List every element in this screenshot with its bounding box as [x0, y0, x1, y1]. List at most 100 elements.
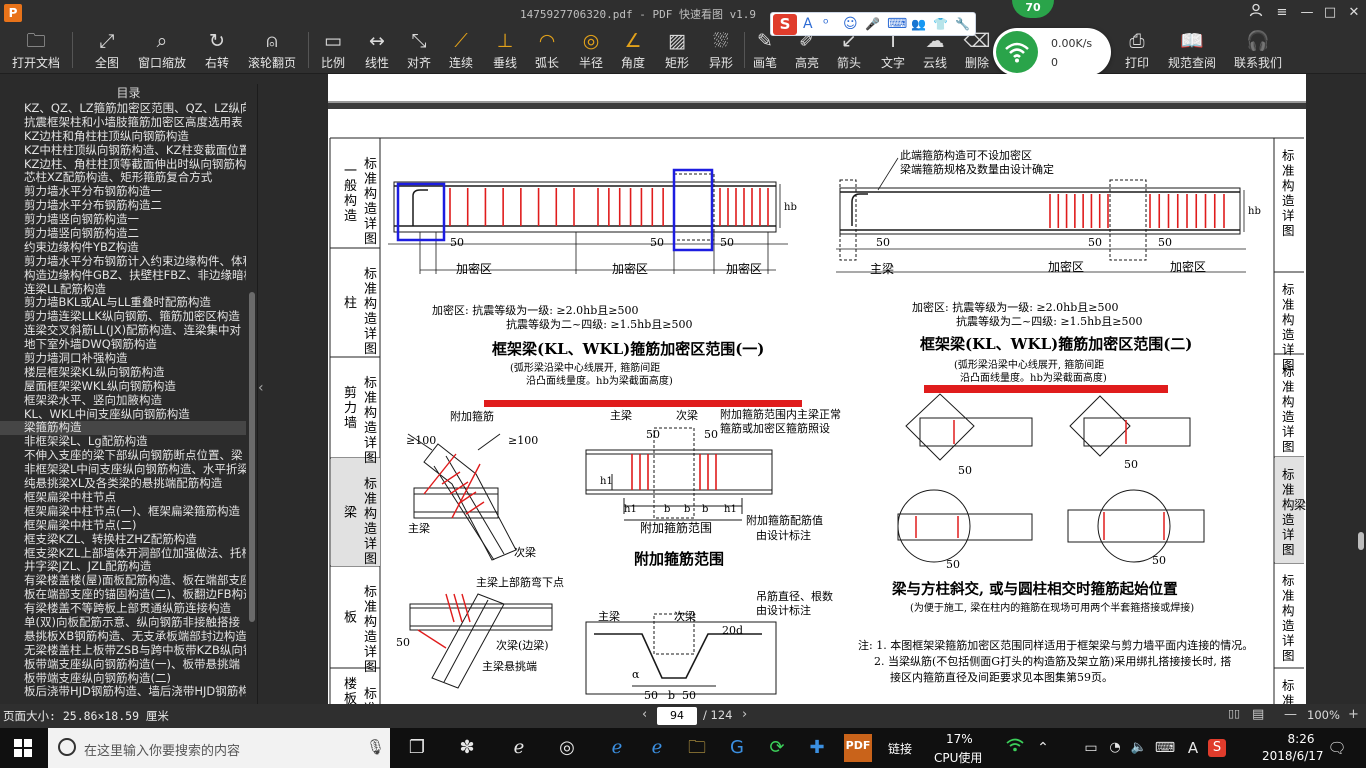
toc-item[interactable]: 不伸入支座的梁下部纵向钢筋断点位置、梁 — [0, 449, 246, 463]
code-query-button[interactable]: 📖 规范查阅 — [1164, 28, 1220, 72]
toc-item[interactable]: 剪力墙水平分布钢筋构造一 — [0, 185, 246, 199]
prev-page-icon[interactable]: ‹ — [642, 707, 647, 722]
rectangle-button[interactable]: ▨ 矩形 — [660, 28, 694, 72]
toc-item[interactable]: 连梁交叉斜筋LL(JX)配筋构造、连梁集中对 — [0, 324, 246, 338]
toc-item[interactable]: KZ边柱、角柱柱顶等截面伸出时纵向钢筋构 — [0, 158, 246, 172]
green-app-icon[interactable]: ⟳ — [764, 736, 790, 760]
clock-time[interactable]: 8:26 — [1276, 732, 1326, 746]
maximize-button[interactable]: □ — [1318, 3, 1342, 23]
toc-item[interactable]: 板带端支座纵向钢筋构造(一)、板带悬挑端 — [0, 658, 246, 672]
action-center-icon[interactable]: 🗨 — [1324, 736, 1350, 760]
aligned-button[interactable]: ⤡ 对齐 — [402, 28, 436, 72]
pdf-viewer-taskbar-icon[interactable]: PDF — [844, 734, 872, 762]
fan-app-icon[interactable]: ✽ — [454, 736, 480, 760]
close-button[interactable]: ✕ — [1342, 3, 1366, 23]
arc-length-button[interactable]: ◠ 弧长 — [530, 28, 564, 72]
zoom-out-icon[interactable]: — — [1284, 707, 1297, 722]
swirl-app-icon[interactable]: ◎ — [554, 736, 580, 760]
toc-scrollbar[interactable] — [248, 84, 256, 704]
zoom-level-text[interactable]: 100% — [1307, 708, 1340, 722]
toc-item[interactable]: 剪力墙洞口补强构造 — [0, 352, 246, 366]
toc-item[interactable]: 板在端部支座的锚固构造(二)、板翻边FB构造 — [0, 588, 246, 602]
zoom-in-icon[interactable]: + — [1348, 707, 1359, 722]
toc-item[interactable]: 剪力墙竖向钢筋构造一 — [0, 213, 246, 227]
radius-button[interactable]: ◎ 半径 — [574, 28, 608, 72]
microphone-icon[interactable]: 🎙 — [366, 738, 385, 756]
toc-item[interactable]: 梁箍筋构造 — [0, 421, 246, 436]
ime-voice-icon[interactable]: 🎤 — [865, 15, 880, 33]
toc-item[interactable]: 有梁楼盖不等跨板上部贯通纵筋连接构造 — [0, 602, 246, 616]
toc-item[interactable]: 剪力墙水平分布钢筋计入约束边缘构件、体积 — [0, 255, 246, 269]
toc-item[interactable]: 地下室外墙DWQ钢筋构造 — [0, 338, 246, 352]
toc-item[interactable]: 框支梁KZL上部墙体开洞部位加强做法、托柱 — [0, 547, 246, 561]
toc-item[interactable]: 连梁LL配筋构造 — [0, 283, 246, 297]
taskbar-link-label[interactable]: 链接 — [888, 740, 912, 757]
toc-item[interactable]: 井字梁JZL、JZL配筋构造 — [0, 560, 246, 574]
ime-punctuation-icon[interactable]: ᵒ — [823, 15, 829, 33]
clock-date[interactable]: 2018/6/17 — [1262, 749, 1324, 763]
ime-skin-icon[interactable]: 👕 — [933, 15, 948, 33]
ie-browser-icon[interactable]: ℯ — [644, 736, 670, 760]
sogou-ime-icon[interactable]: S — [773, 14, 797, 35]
input-mode-indicator[interactable]: A — [1180, 736, 1206, 760]
sogou-tray-icon[interactable]: S — [1208, 739, 1226, 757]
toc-item[interactable]: 框支梁KZL、转换柱ZHZ配筋构造 — [0, 533, 246, 547]
toc-item[interactable]: 单(双)向板配筋示意、纵向钢筋非接触搭接 — [0, 616, 246, 630]
toc-item[interactable]: KL、WKL中间支座纵向钢筋构造 — [0, 408, 246, 422]
network-speed-widget[interactable]: 0.00K/s 0 — [993, 28, 1111, 76]
toc-item[interactable]: 屋面框架梁WKL纵向钢筋构造 — [0, 380, 246, 394]
toc-item[interactable]: 框架扁梁中柱节点(二) — [0, 519, 246, 533]
fit-all-button[interactable]: ⤢ 全图 — [88, 28, 126, 72]
taskbar-search-box[interactable]: 在这里输入你要搜索的内容 🎙 — [48, 728, 390, 768]
toc-item[interactable]: 无梁楼盖柱上板带ZSB与跨中板带KZB纵向钢 — [0, 644, 246, 658]
perpendicular-button[interactable]: ⊥ 垂线 — [488, 28, 522, 72]
edge-icon[interactable]: ℯ — [604, 736, 630, 760]
next-page-icon[interactable]: › — [742, 707, 747, 722]
user-icon[interactable] — [1244, 3, 1268, 23]
tray-expand-icon[interactable]: ⌃ — [1030, 736, 1056, 760]
rotate-right-button[interactable]: ↻ 右转 — [200, 28, 234, 72]
blue-plus-app-icon[interactable]: ✚ — [804, 736, 830, 760]
ime-tools-icon[interactable]: 🔧 — [955, 15, 970, 33]
windows-start-icon[interactable] — [14, 739, 32, 757]
toc-item[interactable]: 纯悬挑梁XL及各类梁的悬挑端配筋构造 — [0, 477, 246, 491]
toc-item[interactable]: 板带端支座纵向钢筋构造(二) — [0, 672, 246, 686]
ime-users-icon[interactable]: 👥 — [911, 15, 926, 33]
toc-item[interactable]: 悬挑板XB钢筋构造、无支承板端部封边构造 — [0, 630, 246, 644]
ime-keyboard-icon[interactable]: ⌨ — [887, 15, 907, 33]
task-view-icon[interactable]: ❐ — [404, 736, 430, 760]
toc-item[interactable]: 剪力墙水平分布钢筋构造二 — [0, 199, 246, 213]
angle-button[interactable]: ∠ 角度 — [616, 28, 650, 72]
scale-button[interactable]: ▭ 比例 — [316, 28, 350, 72]
file-explorer-icon[interactable]: 🗀 — [684, 736, 710, 760]
continuous-button[interactable]: ⟋ 连续 — [444, 28, 478, 72]
toc-item[interactable]: 板后浇带HJD钢筋构造、墙后浇带HJD钢筋构 — [0, 685, 246, 699]
toc-item[interactable]: 框架梁水平、竖向加腋构造 — [0, 394, 246, 408]
toc-item[interactable]: 非框架梁L、Lg配筋构造 — [0, 435, 246, 449]
menu-icon[interactable]: ≡ — [1270, 3, 1294, 23]
toc-item[interactable]: 框架扁梁中柱节点(一)、框架扁梁箍筋构造 — [0, 505, 246, 519]
minimize-button[interactable]: — — [1295, 3, 1319, 23]
scroll-page-button[interactable]: ⍝ 滚轮翻页 — [244, 28, 300, 72]
single-page-view-icon[interactable]: ▯▯ — [1228, 707, 1240, 720]
open-document-button[interactable]: 🗀 打开文档 — [6, 28, 66, 72]
window-zoom-button[interactable]: ⌕ 窗口缩放 — [134, 28, 190, 72]
contact-us-button[interactable]: 🎧 联系我们 — [1230, 28, 1286, 72]
toc-item[interactable]: 有梁楼盖楼(屋)面板配筋构造、板在端部支座 — [0, 574, 246, 588]
print-button[interactable]: ⎙ 打印 — [1120, 28, 1154, 72]
page-number-input[interactable]: 94 — [657, 707, 697, 725]
irregular-button[interactable]: ⛆ 异形 — [704, 28, 738, 72]
network-icon[interactable]: ◔ — [1102, 736, 1128, 760]
volume-icon[interactable]: 🔈 — [1126, 736, 1152, 760]
toc-item[interactable]: 剪力墙连梁LLK纵向钢筋、箍筋加密区构造 — [0, 310, 246, 324]
collapse-sidebar-icon[interactable]: ‹ — [258, 380, 268, 400]
toc-item[interactable]: 芯柱XZ配筋构造、矩形箍筋复合方式 — [0, 171, 246, 185]
toc-item[interactable]: 框架扁梁中柱节点 — [0, 491, 246, 505]
toc-item[interactable]: KZ、QZ、LZ箍筋加密区范围、QZ、LZ纵向钢筋 — [0, 102, 246, 116]
wifi-tray-icon[interactable] — [1002, 736, 1028, 760]
toc-item[interactable]: 构造边缘构件GBZ、扶壁柱FBZ、非边缘暗柱 — [0, 269, 246, 283]
battery-icon[interactable]: ▭ — [1078, 736, 1104, 760]
viewer-scrollbar[interactable] — [1356, 74, 1366, 704]
continuous-view-icon[interactable]: ▤ — [1252, 707, 1264, 722]
ime-emoji-icon[interactable]: ☺ — [843, 15, 858, 33]
